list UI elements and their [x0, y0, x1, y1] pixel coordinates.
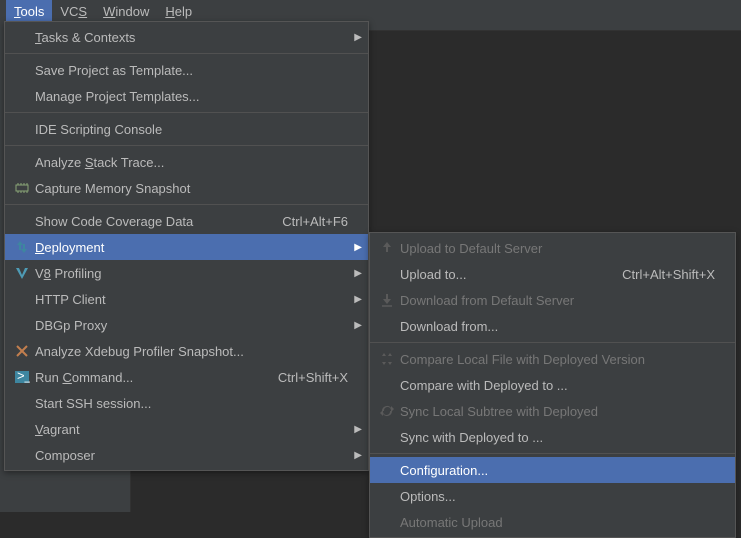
separator	[370, 453, 735, 454]
show-code-coverage[interactable]: Show Code Coverage Data Ctrl+Alt+F6	[5, 208, 368, 234]
blank-icon	[13, 421, 31, 437]
blank-icon	[378, 488, 396, 504]
capture-memory-snapshot[interactable]: Capture Memory Snapshot	[5, 175, 368, 201]
v8-icon	[13, 265, 31, 281]
tasks-contexts[interactable]: Tasks & Contexts ▶	[5, 24, 368, 50]
menu-tools[interactable]: Tools	[6, 0, 52, 22]
memory-icon	[13, 180, 31, 196]
separator	[5, 112, 368, 113]
submenu-arrow-icon: ▶	[354, 320, 362, 331]
deployment[interactable]: Deployment ▶	[5, 234, 368, 260]
submenu-arrow-icon: ▶	[354, 450, 362, 461]
sync-icon	[378, 403, 396, 419]
separator	[5, 204, 368, 205]
v8-profiling[interactable]: V8 Profiling ▶	[5, 260, 368, 286]
http-client[interactable]: HTTP Client ▶	[5, 286, 368, 312]
separator	[5, 145, 368, 146]
blank-icon	[378, 462, 396, 478]
deployment-icon	[13, 239, 31, 255]
composer[interactable]: Composer ▶	[5, 442, 368, 468]
separator	[370, 342, 735, 343]
upload-to[interactable]: Upload to... Ctrl+Alt+Shift+X	[370, 261, 735, 287]
compare-icon	[378, 351, 396, 367]
start-ssh-session[interactable]: Start SSH session...	[5, 390, 368, 416]
submenu-arrow-icon: ▶	[354, 268, 362, 279]
automatic-upload[interactable]: Automatic Upload	[370, 509, 735, 535]
blank-icon	[13, 317, 31, 333]
vagrant[interactable]: Vagrant ▶	[5, 416, 368, 442]
blank-icon	[378, 266, 396, 282]
tools-menu: Tasks & Contexts ▶ Save Project as Templ…	[4, 21, 369, 471]
menu-window[interactable]: Window	[95, 0, 157, 22]
blank-icon	[13, 395, 31, 411]
compare-local-file[interactable]: Compare Local File with Deployed Version	[370, 346, 735, 372]
menu-vcs[interactable]: VCS	[52, 0, 95, 22]
configuration[interactable]: Configuration...	[370, 457, 735, 483]
blank-icon	[13, 213, 31, 229]
blank-icon	[378, 318, 396, 334]
submenu-arrow-icon: ▶	[354, 424, 362, 435]
blank-icon	[378, 514, 396, 530]
blank-icon	[13, 88, 31, 104]
submenu-arrow-icon: ▶	[354, 294, 362, 305]
options[interactable]: Options...	[370, 483, 735, 509]
xdebug-icon	[13, 343, 31, 359]
upload-icon	[378, 240, 396, 256]
analyze-stack-trace[interactable]: Analyze Stack Trace...	[5, 149, 368, 175]
download-from[interactable]: Download from...	[370, 313, 735, 339]
blank-icon	[13, 447, 31, 463]
svg-text:>_: >_	[17, 369, 30, 383]
blank-icon	[13, 121, 31, 137]
analyze-xdebug[interactable]: Analyze Xdebug Profiler Snapshot...	[5, 338, 368, 364]
blank-icon	[13, 62, 31, 78]
menubar: Tools VCS Window Help	[0, 0, 741, 22]
dbgp-proxy[interactable]: DBGp Proxy ▶	[5, 312, 368, 338]
upload-to-default-server[interactable]: Upload to Default Server	[370, 235, 735, 261]
terminal-icon: >_	[13, 369, 31, 385]
submenu-arrow-icon: ▶	[354, 32, 362, 43]
download-icon	[378, 292, 396, 308]
manage-project-templates[interactable]: Manage Project Templates...	[5, 83, 368, 109]
sync-local-subtree[interactable]: Sync Local Subtree with Deployed	[370, 398, 735, 424]
blank-icon	[13, 29, 31, 45]
menu-help[interactable]: Help	[157, 0, 200, 22]
sync-with-deployed[interactable]: Sync with Deployed to ...	[370, 424, 735, 450]
run-command[interactable]: >_ Run Command... Ctrl+Shift+X	[5, 364, 368, 390]
save-project-template[interactable]: Save Project as Template...	[5, 57, 368, 83]
blank-icon	[13, 291, 31, 307]
download-from-default-server[interactable]: Download from Default Server	[370, 287, 735, 313]
separator	[5, 53, 368, 54]
compare-with-deployed[interactable]: Compare with Deployed to ...	[370, 372, 735, 398]
ide-scripting-console[interactable]: IDE Scripting Console	[5, 116, 368, 142]
blank-icon	[378, 377, 396, 393]
submenu-arrow-icon: ▶	[354, 242, 362, 253]
blank-icon	[13, 154, 31, 170]
blank-icon	[378, 429, 396, 445]
deployment-submenu: Upload to Default Server Upload to... Ct…	[369, 232, 736, 538]
